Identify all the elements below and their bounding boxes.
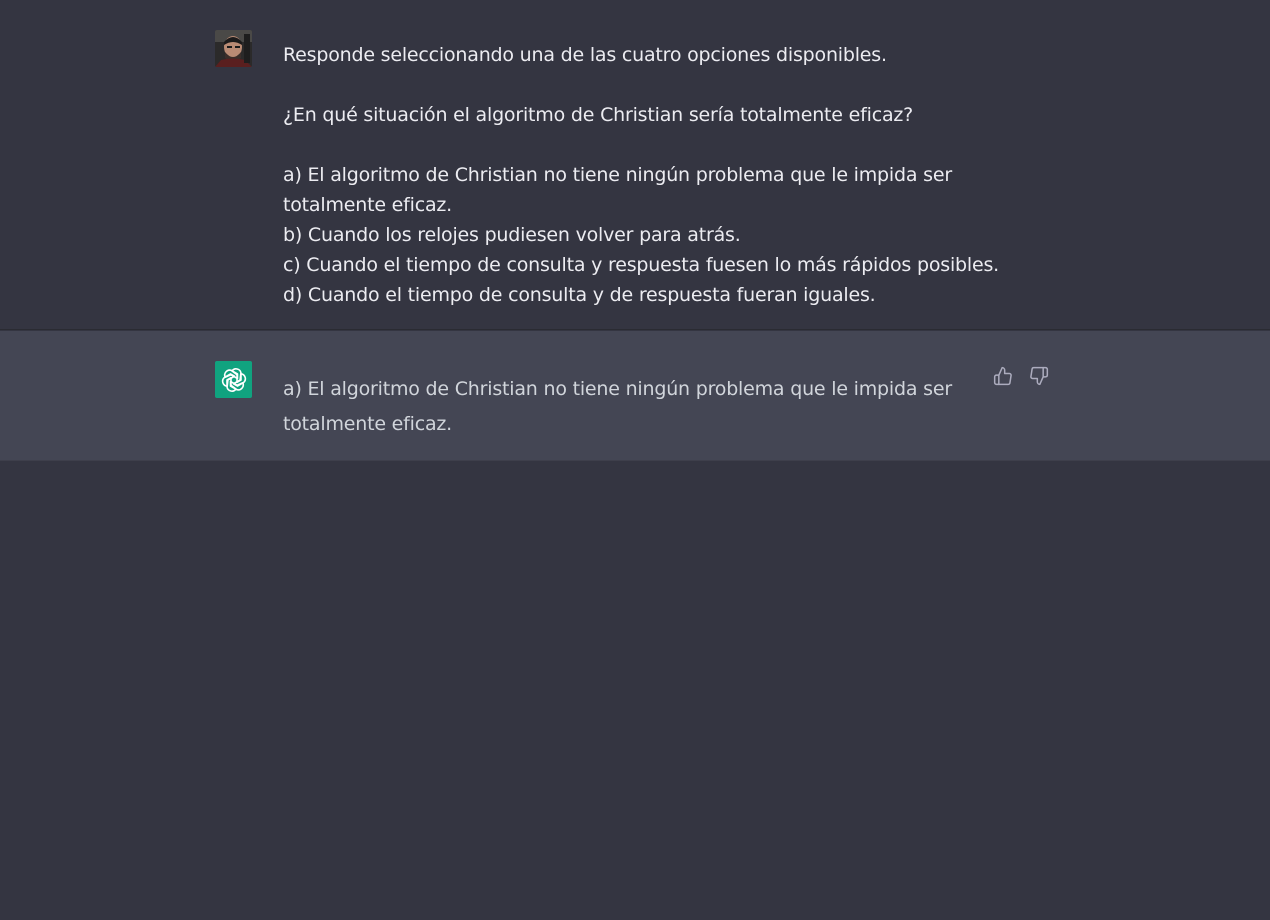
option-b: b) Cuando los relojes pudiesen volver pa…: [283, 224, 741, 246]
chat-thread: Responde seleccionando una de las cuatro…: [0, 0, 1270, 920]
option-a-line-2: totalmente eficaz.: [283, 194, 453, 216]
assistant-avatar: [215, 361, 252, 398]
openai-logo-icon: [221, 367, 246, 392]
user-question: ¿En qué situación el algoritmo de Christ…: [283, 104, 914, 126]
thumbs-up-icon: [993, 366, 1012, 386]
thumbs-down-button[interactable]: [1028, 365, 1050, 387]
user-message: Responde seleccionando una de las cuatro…: [0, 0, 1270, 330]
feedback-buttons: [992, 365, 1050, 387]
assistant-answer-line-1: a) El algoritmo de Christian no tiene ni…: [283, 378, 952, 400]
user-message-text: Responde seleccionando una de las cuatro…: [283, 40, 999, 310]
user-instruction: Responde seleccionando una de las cuatro…: [283, 44, 887, 66]
assistant-message: a) El algoritmo de Christian no tiene ni…: [0, 331, 1270, 461]
thumbs-down-icon: [1030, 366, 1049, 386]
user-avatar: [215, 30, 252, 67]
assistant-message-text: a) El algoritmo de Christian no tiene ni…: [283, 372, 952, 442]
option-c: c) Cuando el tiempo de consulta y respue…: [283, 254, 999, 276]
assistant-answer-line-2: totalmente eficaz.: [283, 413, 453, 435]
option-a-line-1: a) El algoritmo de Christian no tiene ni…: [283, 164, 952, 186]
thumbs-up-button[interactable]: [992, 365, 1014, 387]
user-avatar-photo: [215, 30, 252, 67]
option-d: d) Cuando el tiempo de consulta y de res…: [283, 284, 876, 306]
